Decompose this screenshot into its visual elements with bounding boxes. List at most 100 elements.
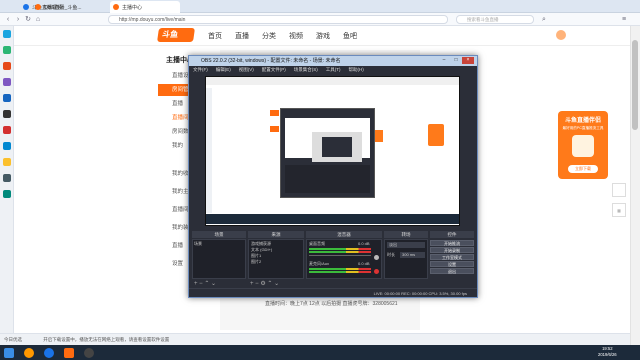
clock-date: 2019/6/26 [598, 352, 617, 357]
promo-title: 斗鱼直播伴侣 [564, 118, 601, 124]
volume-meter [309, 271, 371, 273]
douyu-logo[interactable]: 斗鱼 [157, 28, 195, 42]
close-icon[interactable]: × [462, 57, 474, 64]
scrollbar-thumb[interactable] [632, 40, 638, 130]
menu-profile[interactable]: 配置文件(P) [262, 67, 286, 72]
app-icon[interactable] [3, 190, 11, 198]
refresh-icon[interactable]: ↻ [24, 16, 32, 24]
dock-header-sources: 来源 [248, 231, 304, 238]
start-streaming-button[interactable]: 开始推流 [430, 240, 474, 246]
browser-status-bar: 今日优选 开启下载设置中，播放无法在网络上观看，请查看设置软件设置 [0, 333, 640, 345]
dock-header-mixer: 混音器 [306, 231, 382, 238]
promo-card[interactable]: 斗鱼直播伴侣 最好用的PC直播推流工具 立即下载 [558, 111, 608, 179]
app-icon[interactable] [3, 78, 11, 86]
app-icon[interactable] [3, 142, 11, 150]
start-recording-button[interactable]: 开始录制 [430, 247, 474, 253]
start-icon[interactable] [4, 348, 14, 358]
app-taskbar-icon[interactable] [24, 348, 34, 358]
studio-mode-button[interactable]: 工作室模式 [430, 254, 474, 260]
maximize-icon[interactable]: □ [450, 57, 462, 64]
obs-taskbar-icon[interactable] [84, 348, 94, 358]
menu-icon[interactable]: ≡ [620, 16, 628, 24]
back-icon[interactable]: ‹ [4, 16, 12, 24]
source-item[interactable]: 游戏捕获源 [251, 241, 271, 246]
obs-title-bar[interactable]: OBS 22.0.2 (32-bit, windows) - 配置文件: 未命名… [189, 56, 477, 66]
speaker-muted-icon[interactable] [374, 269, 379, 274]
room-caption: 直播时间：晚上7点 12点 以后拍摄 直播虎号牌：328005621 [265, 301, 398, 307]
promo-download-button[interactable]: 立即下载 [568, 165, 598, 173]
mixer-level: 0.0 dB [358, 261, 370, 266]
app-icon[interactable] [3, 110, 11, 118]
nav-home[interactable]: 首页 [208, 31, 222, 41]
source-item[interactable]: 文本 (GDI+) [251, 247, 272, 252]
tab-label: 主播中心 [122, 5, 143, 11]
app-icon[interactable] [3, 94, 11, 102]
dock-header-scenes: 场景 [192, 231, 246, 238]
nav-video[interactable]: 视频 [289, 31, 303, 41]
floating-button[interactable] [612, 183, 626, 197]
source-item[interactable]: 图片2 [251, 259, 261, 264]
obs-menubar: 文件(F) 编辑(E) 视图(V) 配置文件(P) 场景集合(S) 工具(T) 帮助(H) [189, 66, 477, 74]
preview-highlight [270, 110, 279, 116]
search-input[interactable]: 搜索看斗鱼直播 [456, 15, 534, 24]
volume-meter [309, 248, 371, 250]
speaker-icon[interactable] [374, 255, 379, 260]
search-icon[interactable]: ⌕ [540, 16, 548, 24]
forward-icon[interactable]: › [14, 16, 22, 24]
browser-app-sidebar [0, 26, 14, 345]
duration-input[interactable]: 300 ms [400, 252, 425, 258]
browser-tab-2b: OBS直播_斗鱼... [32, 1, 108, 13]
source-item[interactable]: 图片1 [251, 253, 261, 258]
nested-inner-obs [322, 137, 352, 157]
duration-label: 时长 [387, 252, 395, 257]
menu-edit[interactable]: 编辑(E) [216, 67, 231, 72]
avatar[interactable] [556, 30, 566, 40]
tab-favicon-icon [23, 4, 29, 10]
nav-game[interactable]: 游戏 [316, 31, 330, 41]
app-icon[interactable] [3, 46, 11, 54]
volume-slider[interactable] [309, 255, 371, 256]
add-scene-icon[interactable]: + − ⌃ ⌄ [194, 280, 216, 287]
nav-fishbar[interactable]: 鱼吧 [343, 31, 357, 41]
minimize-icon[interactable]: – [438, 57, 450, 64]
preview-taskbar [206, 214, 459, 224]
browser-taskbar-icon[interactable] [44, 348, 54, 358]
volume-meter [309, 251, 371, 253]
scene-item[interactable]: 场景 [194, 241, 202, 246]
dock-header-transitions: 转场 [384, 231, 428, 238]
douyu-taskbar-icon[interactable] [64, 348, 74, 358]
mixer-label: 麦克风/Aux [309, 261, 330, 266]
app-icon[interactable] [3, 158, 11, 166]
app-icon[interactable] [3, 174, 11, 182]
app-icon[interactable] [3, 30, 11, 38]
clock[interactable]: 19:52 2019/6/26 [598, 346, 617, 358]
exit-button[interactable]: 退出 [430, 268, 474, 274]
menu-scene-collection[interactable]: 场景集合(S) [294, 67, 318, 72]
nav-category[interactable]: 分类 [262, 31, 276, 41]
preview-sidebar [206, 88, 212, 213]
tab-favicon-icon [35, 4, 41, 10]
menu-tools[interactable]: 工具(T) [326, 67, 341, 72]
mixer-label: 桌面音频 [309, 241, 325, 246]
promo-subtitle: 最好用的PC直播推流工具 [562, 126, 604, 130]
nav-live[interactable]: 直播 [235, 31, 249, 41]
menu-file[interactable]: 文件(F) [193, 67, 208, 72]
app-icon[interactable] [3, 62, 11, 70]
settings-button[interactable]: 设置 [430, 261, 474, 267]
menu-view[interactable]: 视图(V) [239, 67, 254, 72]
preview-promo [428, 124, 444, 146]
url-input[interactable]: http://mp.douyu.com/live/main [108, 15, 448, 24]
status-left[interactable]: 今日优选 [4, 337, 22, 342]
add-source-icon[interactable]: + − ⚙ ⌃ ⌄ [250, 280, 279, 287]
mixer-level: 0.0 dB [358, 241, 370, 246]
tab-favicon-icon [113, 4, 119, 10]
menu-help[interactable]: 帮助(H) [349, 67, 364, 72]
qrcode-icon[interactable]: ▦ [612, 203, 626, 217]
browser-tab-active[interactable]: 主播中心 [110, 1, 180, 13]
taskbar [0, 345, 640, 360]
home-icon[interactable]: ⌂ [34, 16, 42, 24]
nested-dock [285, 165, 370, 193]
status-notice[interactable]: 开启下载设置中，播放无法在网络上观看，请查看设置软件设置 [43, 337, 169, 342]
transition-select[interactable]: 淡出 [387, 242, 425, 248]
app-icon[interactable] [3, 126, 11, 134]
